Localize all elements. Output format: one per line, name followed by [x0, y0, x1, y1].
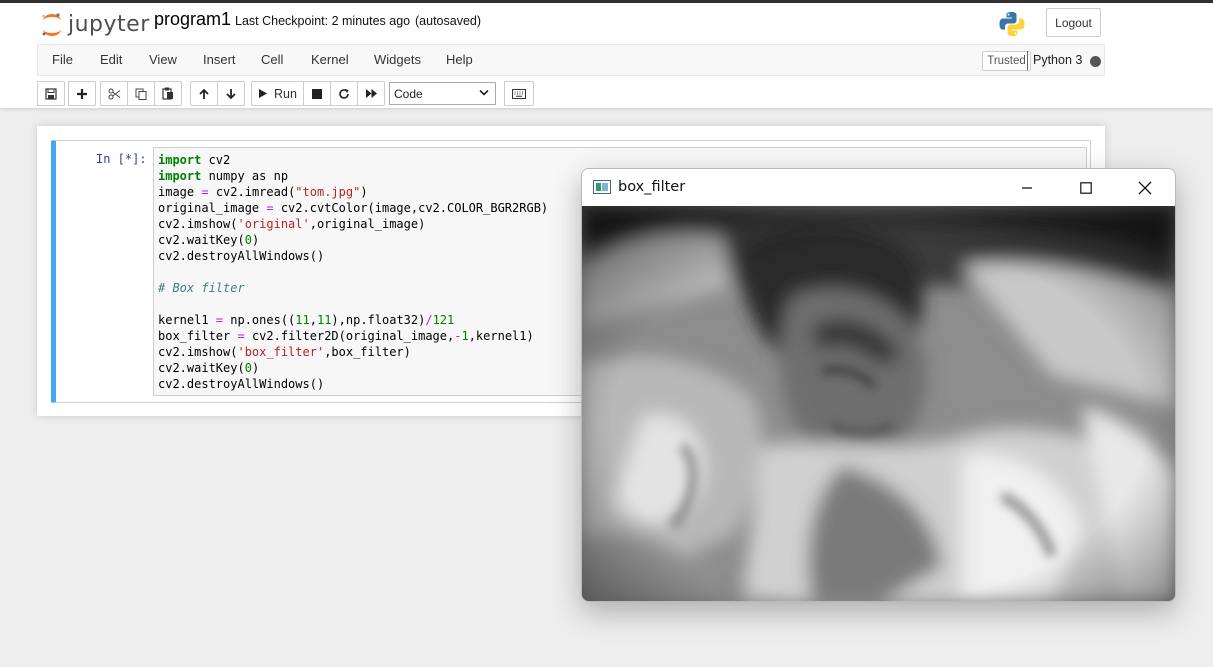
code-line: image = cv2.imread("tom.jpg") [158, 185, 368, 199]
save-group [37, 81, 65, 106]
insert-cell-button[interactable] [68, 81, 96, 106]
code-line: cv2.waitKey(0) [158, 361, 260, 375]
notebook-header: jupyter program1 Last Checkpoint: 2 minu… [0, 3, 1213, 108]
trusted-indicator[interactable]: Trusted [982, 51, 1031, 71]
kernel-separator [1027, 51, 1028, 70]
menu-bar: File Edit View Insert Cell Kernel Widget… [37, 44, 1105, 76]
kernel-name: Python 3 [1033, 53, 1083, 67]
menu-help[interactable]: Help [446, 52, 473, 67]
command-palette-button[interactable] [504, 81, 534, 106]
move-group [190, 81, 245, 106]
code-line: box_filter = cv2.filter2D(original_image… [158, 329, 534, 343]
edit-group [100, 81, 182, 106]
paste-button[interactable] [154, 81, 182, 106]
keyboard-icon [512, 88, 526, 99]
fast-forward-icon [365, 89, 377, 98]
restart-run-all-button[interactable] [357, 81, 385, 106]
code-line: import numpy as np [158, 169, 289, 183]
code-line: import cv2 [158, 153, 231, 167]
checkpoint-status: Last Checkpoint: 2 minutes ago [235, 14, 411, 28]
autosave-status: (autosaved) [415, 14, 482, 28]
paste-icon [162, 87, 173, 100]
menu-widgets[interactable]: Widgets [374, 52, 421, 67]
stop-icon [312, 88, 322, 99]
chevron-down-icon [479, 89, 489, 96]
code-line: original_image = cv2.cvtColor(image,cv2.… [158, 201, 549, 215]
run-button[interactable]: Run [251, 81, 304, 106]
code-line: cv2.waitKey(0) [158, 233, 260, 247]
logout-button[interactable]: Logout [1046, 8, 1101, 37]
filtered-image [582, 206, 1175, 601]
code-text[interactable]: import cv2 import numpy as np image = cv2.… [158, 152, 548, 392]
scissors-icon [108, 88, 120, 99]
cut-button[interactable] [100, 81, 128, 106]
save-icon [45, 87, 57, 100]
maximize-icon [1080, 181, 1092, 194]
notebook-name[interactable]: program1 [154, 9, 231, 30]
code-line: cv2.imshow('original',original_image) [158, 217, 426, 231]
kernel-status-icon [1090, 56, 1101, 67]
restart-button[interactable] [330, 81, 358, 106]
play-icon [259, 89, 267, 98]
jupyter-logo-text: jupyter [68, 11, 150, 37]
menu-insert[interactable]: Insert [203, 52, 236, 67]
code-line: cv2.imshow('box_filter',box_filter) [158, 345, 411, 359]
copy-icon [135, 88, 147, 100]
insert-group [68, 81, 96, 106]
minimize-icon [1022, 186, 1032, 189]
minimize-button[interactable] [1004, 169, 1050, 206]
cell-type-select[interactable]: Code [389, 82, 496, 105]
code-line: # Box filter [158, 281, 245, 295]
maximize-button[interactable] [1063, 169, 1109, 206]
interrupt-button[interactable] [303, 81, 331, 106]
menu-kernel[interactable]: Kernel [311, 52, 349, 67]
run-group: Run [251, 81, 385, 106]
cell-prompt: In [*]: [96, 152, 147, 166]
move-down-button[interactable] [217, 81, 245, 106]
close-icon [1138, 181, 1152, 194]
window-title: box_filter [618, 179, 686, 195]
run-label: Run [274, 86, 297, 101]
close-button[interactable] [1122, 169, 1168, 206]
window-app-icon [593, 180, 611, 194]
code-line: kernel1 = np.ones((11,11),np.float32)/12… [158, 313, 455, 327]
save-button[interactable] [37, 81, 65, 106]
jupyter-logo[interactable]: jupyter [40, 9, 150, 39]
python-logo-icon [998, 10, 1026, 38]
plus-icon [77, 88, 87, 99]
menu-cell[interactable]: Cell [261, 52, 283, 67]
window-titlebar[interactable]: box_filter [582, 169, 1175, 206]
cell-type-value: Code [394, 86, 423, 101]
blurred-photo-image [582, 206, 1175, 601]
palette-group [504, 81, 534, 106]
menu-edit[interactable]: Edit [100, 52, 122, 67]
move-up-button[interactable] [190, 81, 218, 106]
code-line: cv2.destroyAllWindows() [158, 377, 325, 391]
arrow-up-icon [199, 88, 209, 99]
menu-file[interactable]: File [52, 52, 73, 67]
copy-button[interactable] [127, 81, 155, 106]
restart-icon [339, 88, 349, 99]
jupyter-logo-icon [40, 12, 64, 36]
box-filter-window[interactable]: box_filter [581, 168, 1176, 602]
menu-view[interactable]: View [149, 52, 177, 67]
arrow-down-icon [226, 88, 236, 99]
code-line: cv2.destroyAllWindows() [158, 249, 325, 263]
